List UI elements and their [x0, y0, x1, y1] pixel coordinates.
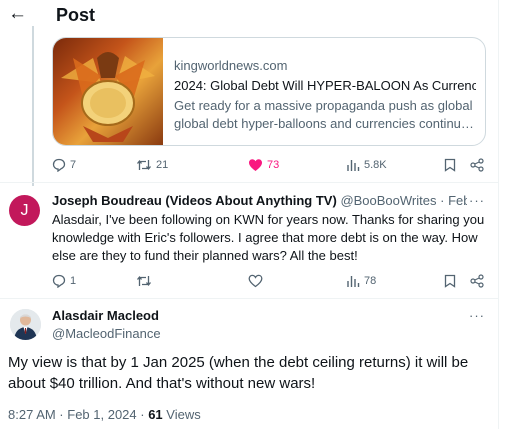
post-author-handle[interactable]: @MacleodFinance [52, 326, 161, 341]
reply-icon [52, 274, 66, 288]
share-button[interactable] [470, 272, 484, 290]
reply-author-name[interactable]: Joseph Boudreau (Videos About Anything T… [52, 193, 337, 208]
link-preview-card[interactable]: kingworldnews.com 2024: Global Debt Will… [52, 37, 486, 146]
reply-button[interactable]: 7 [52, 156, 76, 174]
repost-count: 21 [156, 159, 169, 171]
reply-icon [52, 158, 66, 172]
repost-icon [136, 275, 152, 287]
divider [0, 182, 498, 183]
views-chart-icon [347, 160, 360, 171]
views-chart-icon [347, 276, 360, 287]
header-bar: ← Post [0, 0, 505, 30]
post-text-line: My view is that by 1 Jan 2025 (when the … [8, 354, 469, 371]
card-domain: kingworldnews.com [174, 58, 288, 73]
card-desc-line: global debt hyper-balloons and currencie… [174, 116, 474, 131]
avatar[interactable] [10, 309, 41, 340]
heart-outline-icon [248, 274, 263, 288]
card-desc-line: Get ready for a massive propaganda push … [174, 98, 473, 113]
view-count: 78 [364, 275, 377, 287]
reply-text-line: knowledge with Eric's followers. I agree… [52, 230, 478, 245]
divider [0, 298, 498, 299]
more-options-icon[interactable]: ··· [469, 193, 485, 208]
reply-text-line: Alasdair, I've been following on KWN for… [52, 212, 485, 227]
post-meta: 8:27 AM · Feb 1, 2024 · 61 Views [8, 407, 201, 422]
like-button[interactable] [248, 272, 263, 290]
avatar[interactable]: J [9, 195, 40, 226]
repost-icon [136, 159, 152, 171]
bookmark-button[interactable] [444, 156, 456, 174]
post-views-label: Views [162, 407, 201, 422]
heart-filled-icon [249, 159, 262, 171]
post-text-line: about $40 trillion. And that's without n… [8, 375, 316, 392]
like-button[interactable]: 73 [248, 156, 279, 174]
column-divider [498, 0, 499, 429]
card-description: Get ready for a massive propaganda push … [174, 97, 476, 133]
more-options-icon[interactable]: ··· [469, 308, 485, 323]
reply-text: Alasdair, I've been following on KWN for… [52, 211, 488, 265]
bookmark-icon [444, 274, 456, 288]
card-thumbnail-image [53, 38, 163, 145]
views-button[interactable]: 5.8K [346, 156, 387, 174]
reply-header: Joseph Boudreau (Videos About Anything T… [52, 193, 467, 208]
reply-actions: 1 78 [52, 272, 492, 290]
reply-count: 1 [70, 275, 77, 287]
arrow-left-icon[interactable]: ← [8, 3, 27, 25]
reply-button[interactable]: 1 [52, 272, 76, 290]
reply-count: 7 [70, 159, 77, 171]
view-count: 5.8K [364, 159, 387, 171]
post-author-name[interactable]: Alasdair Macleod [52, 308, 159, 323]
thread-connector-line [32, 26, 34, 186]
card-title: 2024: Global Debt Will HYPER-BALOON As C… [174, 78, 476, 93]
reply-date[interactable]: · Feb 1 [440, 193, 467, 208]
reply-text-line: else are they to fund their planned wars… [52, 248, 358, 263]
post-view-count: 61 [148, 407, 163, 422]
repost-button[interactable] [136, 272, 152, 290]
page-title: Post [56, 5, 96, 25]
post-text: My view is that by 1 Jan 2025 (when the … [8, 352, 490, 394]
share-button[interactable] [470, 156, 484, 174]
post-timestamp[interactable]: 8:27 AM · Feb 1, 2024 · [8, 407, 148, 422]
share-icon [470, 158, 484, 172]
bookmark-icon [444, 158, 456, 172]
views-button[interactable]: 78 [346, 272, 376, 290]
repost-button[interactable]: 21 [136, 156, 168, 174]
reply-author-handle[interactable]: @BooBooWrites [340, 193, 436, 208]
share-icon [470, 274, 484, 288]
like-count: 73 [267, 159, 280, 171]
bookmark-button[interactable] [444, 272, 456, 290]
parent-post-actions: 7 21 73 5.8K [52, 156, 492, 174]
